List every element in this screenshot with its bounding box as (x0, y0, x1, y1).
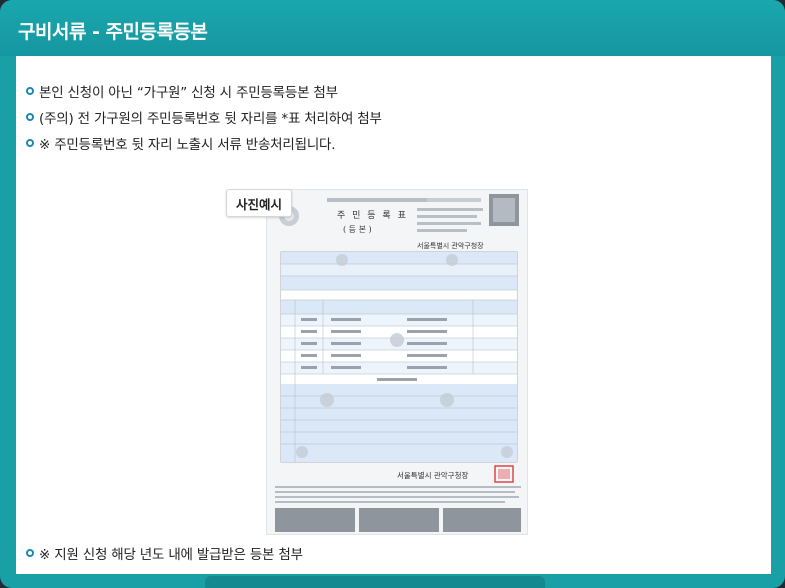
bullet-text: ※ 지원 신청 해당 년도 내에 발급받은 등본 첨부 (39, 547, 303, 563)
bullet-text: 본인 신청이 아닌 “가구원” 신청 시 주민등록등본 첨부 (39, 85, 338, 101)
bottom-button-edge[interactable] (205, 576, 545, 588)
resident-registration-image: 주 민 등 록 표 ( 등 본 ) 서울특별시 관악구청장 서울특별시 관악구청… (266, 189, 528, 535)
modal-header: 구비서류 - 주민등록등본 (0, 0, 785, 56)
document-illustration: 주 민 등 록 표 ( 등 본 ) 서울특별시 관악구청장 서울특별시 관악구청… (275, 194, 521, 532)
bullet-item: (주의) 전 가구원의 주민등록번호 뒷 자리를 *표 처리하여 첨부 (26, 107, 382, 127)
document-modal: 구비서류 - 주민등록등본 본인 신청이 아닌 “가구원” 신청 시 주민등록등… (0, 0, 785, 588)
bullet-icon (26, 113, 34, 121)
bullet-icon (26, 549, 34, 557)
bullet-text: ※ 주민등록번호 뒷 자리 노출시 서류 반송처리됩니다. (39, 137, 336, 153)
bullet-icon (26, 139, 34, 147)
modal-title: 구비서류 - 주민등록등본 (18, 21, 208, 43)
bullet-item: ※ 주민등록번호 뒷 자리 노출시 서류 반송처리됩니다. (26, 133, 336, 153)
modal-body[interactable]: 본인 신청이 아닌 “가구원” 신청 시 주민등록등본 첨부 (주의) 전 가구… (16, 56, 771, 574)
doc-issuer: 서울특별시 관악구청장 (417, 241, 484, 250)
bullet-icon (26, 87, 34, 95)
bullet-text: (주의) 전 가구원의 주민등록번호 뒷 자리를 *표 처리하여 첨부 (39, 111, 382, 127)
sample-document: 사진예시 주 민 등 록 표 ( 등 본 ) 서울특별시 관악구청장 서울특별시… (226, 189, 540, 535)
bullet-item: ※ 지원 신청 해당 년도 내에 발급받은 등본 첨부 (26, 543, 303, 563)
bullet-item: 본인 신청이 아닌 “가구원” 신청 시 주민등록등본 첨부 (26, 81, 338, 101)
photo-example-tag: 사진예시 (226, 189, 292, 217)
doc-subtitle: ( 등 본 ) (343, 225, 372, 234)
doc-issuer-bottom: 서울특별시 관악구청장 (397, 470, 468, 480)
doc-title: 주 민 등 록 표 (337, 210, 408, 221)
